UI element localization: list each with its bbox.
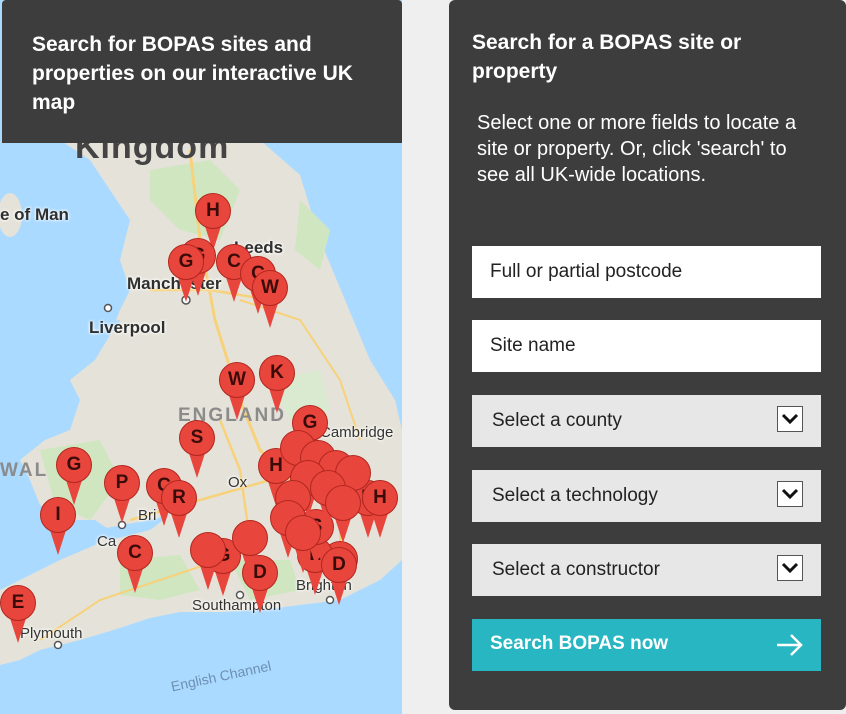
map-marker[interactable] [285, 515, 321, 573]
interactive-map[interactable]: Kingdom e of Man Manchester Leeds Liverp… [0, 0, 402, 714]
search-panel-intro: Select one or more fields to locate a si… [477, 112, 797, 186]
map-label-oxford: Ox [228, 474, 248, 491]
postcode-input[interactable] [472, 246, 821, 298]
map-label-wales: WAL [0, 460, 49, 481]
technology-select-label: Select a technology [492, 485, 658, 506]
map-marker[interactable]: P [104, 465, 140, 523]
constructor-select[interactable]: Select a constructor [472, 544, 821, 596]
map-header: Search for BOPAS sites and properties on… [2, 0, 402, 143]
map-marker[interactable]: K [259, 355, 295, 413]
search-panel: Search for a BOPAS site or property Sele… [449, 0, 846, 710]
county-select[interactable]: Select a county [472, 395, 821, 447]
map-marker[interactable]: S [179, 420, 215, 478]
arrow-right-icon [775, 631, 805, 664]
map-label-cambridge: Cambridge [320, 424, 394, 441]
technology-select[interactable]: Select a technology [472, 470, 821, 522]
chevron-down-icon [777, 406, 803, 432]
map-marker[interactable]: G [168, 244, 204, 302]
map-header-title: Search for BOPAS sites and properties on… [32, 33, 353, 114]
map-marker[interactable]: R [161, 480, 197, 538]
county-select-label: Select a county [492, 410, 622, 431]
constructor-select-label: Select a constructor [492, 559, 660, 580]
chevron-down-icon [777, 481, 803, 507]
map-marker[interactable]: C [117, 535, 153, 593]
map-marker[interactable] [190, 532, 226, 590]
search-panel-title: Search for a BOPAS site or property [472, 31, 742, 83]
search-button-label: Search BOPAS now [490, 633, 669, 654]
map-marker[interactable] [232, 520, 268, 578]
map-marker[interactable] [325, 485, 361, 543]
map-marker[interactable]: I [40, 497, 76, 555]
site-name-input[interactable] [472, 320, 821, 372]
chevron-down-icon [777, 555, 803, 581]
map-marker[interactable]: W [252, 270, 288, 328]
search-button[interactable]: Search BOPAS now [472, 619, 821, 671]
map-label-isle-of-man: e of Man [0, 205, 69, 224]
map-marker[interactable]: W [219, 362, 255, 420]
map-label-liverpool: Liverpool [89, 318, 166, 337]
map-marker[interactable]: E [0, 585, 36, 643]
map-label-cardiff: Ca [97, 533, 117, 550]
